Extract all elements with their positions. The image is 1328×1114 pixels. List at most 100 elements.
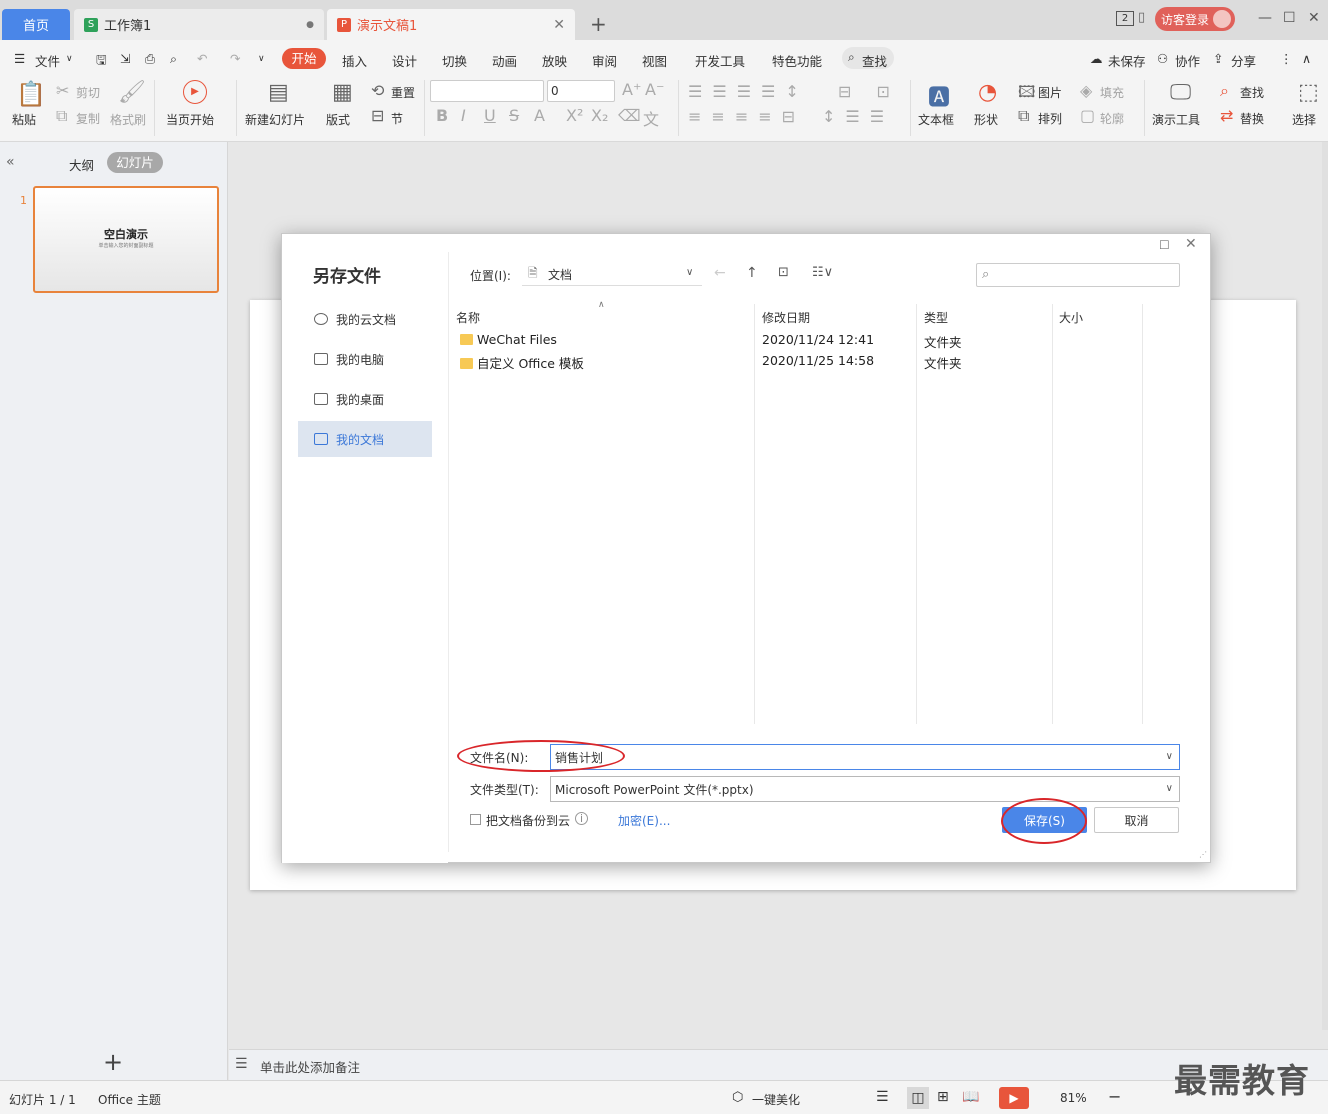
format-painter-icon[interactable]: 🖌	[118, 80, 146, 105]
pin-icon[interactable]: ▯	[1138, 10, 1145, 25]
login-button[interactable]: 访客登录	[1155, 7, 1235, 31]
menu-features[interactable]: 特色功能	[772, 51, 822, 70]
cut-button[interactable]: 剪切	[76, 84, 100, 101]
tab-workbook[interactable]: S 工作簿1 ●	[74, 9, 324, 40]
export-icon[interactable]: ⇲	[120, 51, 130, 66]
notes-placeholder[interactable]: 单击此处添加备注	[260, 1057, 360, 1076]
outline-icon[interactable]: ▢	[1080, 106, 1095, 125]
menu-transition[interactable]: 切换	[442, 51, 467, 70]
menu-animation[interactable]: 动画	[492, 51, 517, 70]
undo-icon[interactable]: ↶	[197, 51, 207, 66]
menu-view[interactable]: 视图	[642, 51, 667, 70]
picture-icon[interactable]: 🖾	[1018, 81, 1035, 108]
bold-icon[interactable]: B	[436, 106, 448, 125]
textbox-button[interactable]: 文本框	[918, 111, 954, 128]
share-button[interactable]: 分享	[1231, 51, 1256, 70]
copy-icon[interactable]: ⧉	[56, 106, 67, 126]
print-icon[interactable]: ⎙	[145, 51, 155, 67]
fill-icon[interactable]: ◈	[1080, 81, 1092, 100]
shrink-font-icon[interactable]: A⁻	[645, 80, 664, 99]
reset-icon[interactable]: ⟲	[371, 81, 384, 100]
new-slide-button[interactable]: 新建幻灯片	[245, 111, 305, 128]
fill-button[interactable]: 填充	[1100, 84, 1124, 101]
subscript-icon[interactable]: X₂	[591, 106, 608, 125]
theme-name[interactable]: Office 主题	[98, 1091, 161, 1108]
cut-icon[interactable]: ✂	[56, 81, 69, 100]
notes-bar[interactable]: ☰ 单击此处添加备注	[229, 1049, 1328, 1080]
find-icon[interactable]: ⌕	[1220, 81, 1229, 101]
window-count-badge[interactable]: 2	[1116, 11, 1134, 26]
backup-checkbox[interactable]	[470, 814, 481, 825]
back-icon[interactable]: ←	[714, 265, 726, 281]
chevron-down-icon[interactable]: ∨	[1166, 751, 1173, 762]
shape-button[interactable]: 形状	[974, 111, 998, 128]
unsaved-status[interactable]: 未保存	[1108, 51, 1146, 70]
phonetic-icon[interactable]: 文	[643, 106, 659, 130]
menu-developer[interactable]: 开发工具	[695, 51, 745, 70]
encrypt-link[interactable]: 加密(E)...	[618, 812, 670, 829]
column-size[interactable]: 大小	[1059, 309, 1083, 326]
reset-button[interactable]: 重置	[391, 84, 415, 101]
hamburger-icon[interactable]: ☰	[14, 51, 25, 66]
menu-review[interactable]: 审阅	[592, 51, 617, 70]
normal-view-icon[interactable]: ◫	[907, 1087, 929, 1109]
zoom-out-icon[interactable]: −	[1108, 1087, 1121, 1106]
textbox-icon[interactable]: 🅰	[928, 80, 950, 112]
view-options-icon[interactable]: ☷∨	[812, 265, 833, 280]
underline-icon[interactable]: U	[484, 106, 496, 125]
grow-font-icon[interactable]: A⁺	[622, 80, 641, 99]
font-name-select[interactable]	[430, 80, 544, 102]
sorter-view-icon[interactable]: ⊞	[937, 1089, 949, 1105]
column-name[interactable]: 名称	[456, 309, 480, 326]
paste-button[interactable]: 粘贴	[12, 111, 36, 128]
tab-presentation[interactable]: P 演示文稿1 ✕	[327, 9, 575, 40]
align-tools-icon[interactable]: ≡≡≡≡⊟	[688, 107, 805, 126]
vertical-scrollbar[interactable]	[1322, 142, 1328, 1030]
new-tab-button[interactable]: +	[590, 12, 607, 36]
tab-home[interactable]: 首页	[2, 9, 70, 40]
filetype-select[interactable]: Microsoft PowerPoint 文件(*.pptx) ∨	[550, 776, 1180, 802]
column-type[interactable]: 类型	[924, 309, 948, 326]
resize-grip-icon[interactable]: ⋰	[1199, 850, 1207, 859]
dialog-maximize-icon[interactable]: ☐	[1159, 238, 1170, 252]
outline-button[interactable]: 轮廓	[1100, 110, 1124, 127]
nav-my-computer[interactable]: 我的电脑	[298, 341, 432, 377]
add-slide-button[interactable]: +	[103, 1048, 123, 1076]
play-icon[interactable]: ▶	[183, 80, 207, 104]
tab-slides[interactable]: 幻灯片	[107, 152, 163, 173]
file-row[interactable]: 自定义 Office 模板 2020/11/25 14:58 文件夹	[460, 353, 1140, 373]
font-color-icon[interactable]: A	[534, 106, 545, 125]
arrange-button[interactable]: 排列	[1038, 110, 1062, 127]
arrange-icon[interactable]: ⧉	[1018, 106, 1029, 126]
section-button[interactable]: 节	[391, 110, 403, 127]
chevron-down-icon[interactable]: ∨	[66, 54, 73, 64]
presentation-tools-icon[interactable]: 🖵	[1170, 80, 1191, 105]
info-icon[interactable]: i	[575, 812, 588, 825]
backup-label[interactable]: 把文档备份到云	[486, 812, 570, 829]
save-icon[interactable]: 🖫	[96, 51, 107, 72]
location-select[interactable]: 🗎 文档 ∨	[522, 262, 702, 286]
reading-view-icon[interactable]: 📖	[962, 1089, 979, 1105]
slide-thumbnail[interactable]: 空白演示 单击输入您的封面副标题	[33, 186, 219, 293]
more-icon[interactable]: ⋮	[1280, 51, 1293, 66]
copy-button[interactable]: 复制	[76, 110, 100, 127]
nav-cloud-docs[interactable]: 我的云文档	[298, 301, 432, 337]
font-size-select[interactable]: 0	[547, 80, 615, 102]
italic-icon[interactable]: I	[461, 106, 466, 125]
column-tools-icon[interactable]: ⊟ ⊡	[838, 82, 900, 101]
picture-button[interactable]: 图片	[1038, 84, 1062, 101]
clear-format-icon[interactable]: ⌫	[618, 106, 641, 125]
section-icon[interactable]: ⊟	[371, 106, 384, 125]
menu-search[interactable]: ⌕ 查找	[842, 47, 894, 69]
menu-slideshow[interactable]: 放映	[542, 51, 567, 70]
search-input[interactable]: ⌕	[976, 263, 1180, 287]
menu-start[interactable]: 开始	[282, 48, 326, 69]
nav-my-documents[interactable]: 我的文档	[298, 421, 432, 457]
menu-insert[interactable]: 插入	[342, 51, 367, 70]
layout-button[interactable]: 版式	[326, 111, 350, 128]
minimize-icon[interactable]: —	[1258, 10, 1272, 26]
column-date[interactable]: 修改日期	[762, 309, 810, 326]
close-tab-icon[interactable]: ✕	[553, 17, 565, 33]
beautify-button[interactable]: 一键美化	[752, 1091, 800, 1108]
customize-toolbar-icon[interactable]: ∨	[258, 54, 265, 64]
